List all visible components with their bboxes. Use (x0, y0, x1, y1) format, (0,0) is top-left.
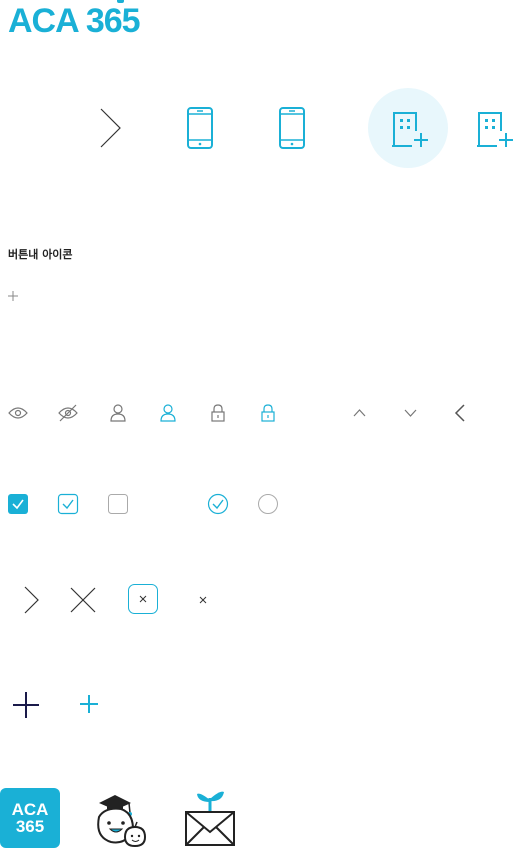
eye-off-icon[interactable] (58, 404, 78, 422)
checkbox-empty-icon[interactable] (108, 494, 128, 514)
aca365-tile-logo: ACA 365 (0, 788, 60, 848)
radio-checked-icon[interactable] (207, 493, 229, 515)
lock-icon-active[interactable] (261, 404, 275, 422)
plus-dark-icon[interactable] (13, 692, 39, 718)
mobile-phone-icon[interactable] (187, 107, 213, 149)
plus-accent-icon[interactable] (80, 695, 98, 713)
graduate-character-icon (97, 795, 147, 848)
chevron-down-icon[interactable] (404, 409, 417, 417)
building-add-icon-active[interactable] (392, 111, 430, 149)
mobile-phone-icon[interactable] (279, 107, 305, 149)
radio-empty-icon[interactable] (258, 494, 278, 514)
aca365-logo: ACA 365 (8, 2, 141, 40)
checkbox-checked-outline-icon[interactable] (57, 493, 79, 515)
plus-icon[interactable] (8, 291, 18, 301)
eye-icon[interactable] (8, 406, 28, 420)
close-box-icon[interactable] (128, 584, 158, 614)
close-large-icon[interactable] (70, 587, 96, 613)
checkbox-checked-filled-icon[interactable] (8, 494, 28, 514)
user-icon-active[interactable] (160, 404, 176, 422)
section-title-button-icons: 버튼내 아이콘 (8, 248, 73, 261)
chevron-right-icon[interactable] (100, 108, 122, 148)
logo-dot (117, 0, 124, 3)
user-icon[interactable] (110, 404, 126, 422)
building-add-icon[interactable] (477, 111, 514, 149)
close-small-icon[interactable] (199, 596, 207, 604)
chevron-right-icon[interactable] (24, 586, 39, 614)
chevron-up-icon[interactable] (353, 409, 366, 417)
chevron-left-icon[interactable] (454, 404, 465, 422)
envelope-sprout-icon (185, 791, 235, 846)
lock-icon[interactable] (211, 404, 225, 422)
